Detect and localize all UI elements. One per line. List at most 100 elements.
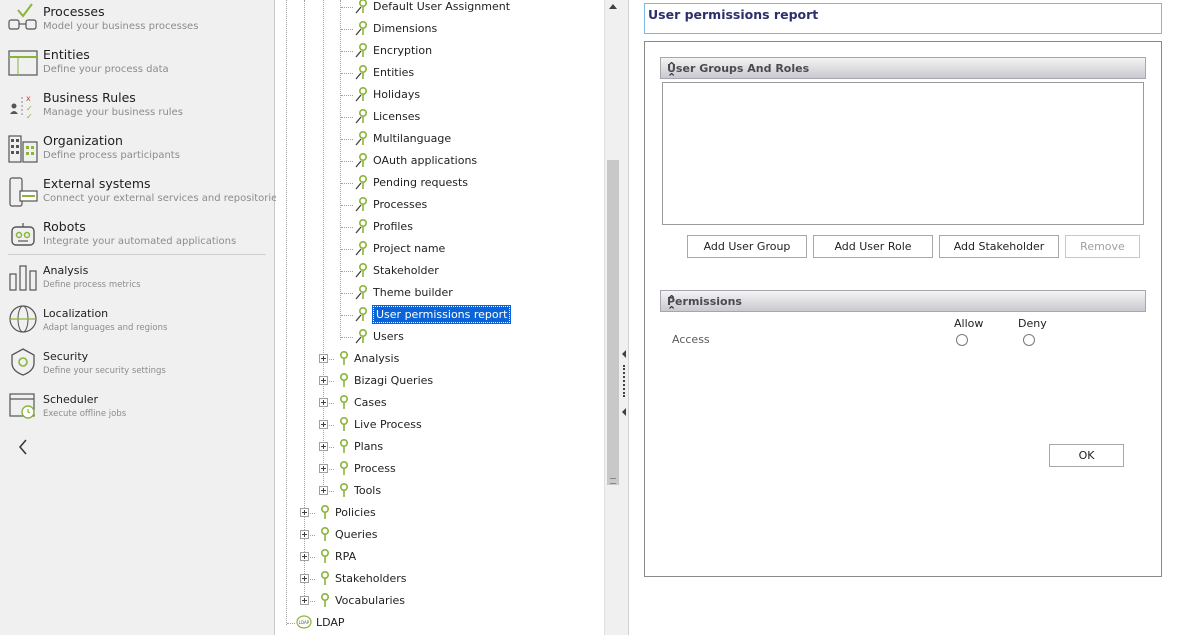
tree-group-tools[interactable]: Tools	[276, 480, 604, 502]
tree-scrollbar[interactable]	[604, 0, 621, 635]
tree-group-analysis[interactable]: Analysis	[276, 348, 604, 370]
tree-node-label: Theme builder	[373, 286, 453, 299]
remove-button[interactable]: Remove	[1065, 235, 1140, 258]
tree-node-label: Queries	[335, 528, 378, 541]
security-icon	[11, 348, 35, 376]
tree-node-label: Vocabularies	[335, 594, 406, 607]
tree-item-licenses[interactable]: Licenses	[276, 106, 604, 128]
tree-item-users[interactable]: Users	[276, 326, 604, 348]
expand-icon[interactable]	[319, 420, 328, 429]
expand-icon[interactable]	[319, 398, 328, 407]
tree-item-dimensions[interactable]: Dimensions	[276, 18, 604, 40]
folder-key-icon	[335, 416, 351, 432]
nav-item-security[interactable]: Security Define your security settings	[0, 344, 272, 387]
folder-key-icon	[316, 592, 332, 608]
add-stakeholder-button[interactable]: Add Stakeholder	[939, 235, 1059, 258]
tree-item-oauth-applications[interactable]: OAuth applications	[276, 150, 604, 172]
scroll-up-icon[interactable]	[609, 4, 617, 9]
access-deny-radio[interactable]	[1023, 334, 1035, 346]
expand-icon[interactable]	[300, 574, 309, 583]
allow-column-label: Allow	[954, 317, 984, 330]
collapse-sidebar-icon[interactable]	[14, 437, 34, 457]
collapse-section-icon[interactable]: ⌃ ⌃	[667, 61, 1139, 83]
expand-icon[interactable]	[300, 552, 309, 561]
tree-item-profiles[interactable]: Profiles	[276, 216, 604, 238]
nav-item-entities[interactable]: Entities Define your process data	[0, 43, 272, 86]
collapse-left-icon[interactable]	[622, 408, 626, 416]
expand-icon[interactable]	[300, 596, 309, 605]
nav-item-analysis[interactable]: Analysis Define process metrics	[0, 258, 272, 301]
scrollbar-thumb[interactable]	[607, 160, 619, 485]
tree-group-bizagi-queries[interactable]: Bizagi Queries	[276, 370, 604, 392]
add-user-role-button[interactable]: Add User Role	[813, 235, 933, 258]
tree-connector	[341, 7, 353, 8]
analysis-icon	[9, 265, 37, 291]
expand-icon[interactable]	[300, 530, 309, 539]
tree-item-processes[interactable]: Processes	[276, 194, 604, 216]
splitter-grip[interactable]	[623, 365, 626, 397]
expand-icon[interactable]	[319, 354, 328, 363]
tree-item-ldap[interactable]: LDAP LDAP	[276, 612, 604, 634]
tree-item-entities[interactable]: Entities	[276, 62, 604, 84]
access-allow-radio[interactable]	[956, 334, 968, 346]
tree-group-plans[interactable]: Plans	[276, 436, 604, 458]
tree-node-label: LDAP	[316, 616, 345, 629]
nav-item-processes[interactable]: Processes Model your business processes	[0, 0, 272, 43]
nav-item-external-systems[interactable]: External systems Connect your external s…	[0, 172, 283, 215]
tree-group-stakeholders[interactable]: Stakeholders	[276, 568, 604, 590]
tree-item-theme-builder[interactable]: Theme builder	[276, 282, 604, 304]
tree-group-queries[interactable]: Queries	[276, 524, 604, 546]
expand-icon[interactable]	[300, 508, 309, 517]
option-key-icon	[354, 262, 370, 278]
tree-group-policies[interactable]: Policies	[276, 502, 604, 524]
ldap-badge-text: LDAP	[299, 620, 310, 625]
tree-group-live-process[interactable]: Live Process	[276, 414, 604, 436]
tree-item-stakeholder[interactable]: Stakeholder	[276, 260, 604, 282]
nav-item-business-rules[interactable]: x ✓ ✓ Business Rules Manage your busines…	[0, 86, 272, 129]
user-groups-roles-list[interactable]	[662, 82, 1144, 225]
tree-item-encryption[interactable]: Encryption	[276, 40, 604, 62]
nav-item-robots[interactable]: Robots Integrate your automated applicat…	[0, 215, 272, 253]
tree-node-label: Policies	[335, 506, 376, 519]
expand-icon[interactable]	[319, 464, 328, 473]
option-key-icon	[354, 108, 370, 124]
localization-icon	[9, 305, 37, 333]
nav-item-organization[interactable]: Organization Define process participants	[0, 129, 272, 172]
svg-text:x: x	[26, 94, 31, 103]
ok-button[interactable]: OK	[1049, 444, 1124, 467]
expand-icon[interactable]	[319, 442, 328, 451]
tree-node-label: Cases	[354, 396, 387, 409]
user-groups-roles-header[interactable]: User Groups And Roles ⌃ ⌃	[660, 57, 1146, 83]
tree-connector	[341, 73, 353, 74]
tree-node-label: Plans	[354, 440, 384, 453]
tree-group-vocabularies[interactable]: Vocabularies	[276, 590, 604, 612]
folder-key-icon	[335, 482, 351, 498]
tree-group-rpa[interactable]: RPA	[276, 546, 604, 568]
tree-item-project-name[interactable]: Project name	[276, 238, 604, 260]
tree-node-label: Live Process	[354, 418, 422, 431]
expand-icon[interactable]	[319, 486, 328, 495]
tree-group-process[interactable]: Process	[276, 458, 604, 480]
tree-item-user-permissions-report[interactable]: User permissions report	[276, 304, 604, 326]
permissions-header[interactable]: Permissions ⌃ ⌃	[660, 290, 1146, 316]
tree-item-holidays[interactable]: Holidays	[276, 84, 604, 106]
tree-node-label: Default User Assignment	[373, 0, 511, 13]
tree-node-label: Pending requests	[373, 176, 469, 189]
report-title-bar: User permissions report	[644, 3, 1162, 34]
tree-node-label: User permissions report	[371, 305, 512, 324]
page-title: User permissions report	[648, 7, 819, 22]
tree-node-label: Stakeholders	[335, 572, 407, 585]
nav-item-localization[interactable]: Localization Adapt languages and regions	[0, 301, 272, 344]
panel-splitter[interactable]	[621, 0, 629, 635]
tree-item-pending-requests[interactable]: Pending requests	[276, 172, 604, 194]
nav-separator	[8, 254, 266, 255]
collapse-left-icon[interactable]	[622, 350, 626, 358]
tree-group-cases[interactable]: Cases	[276, 392, 604, 414]
tree-connector	[341, 117, 353, 118]
nav-item-scheduler[interactable]: Scheduler Execute offline jobs	[0, 387, 272, 430]
expand-icon[interactable]	[319, 376, 328, 385]
tree-item-multilanguage[interactable]: Multilanguage	[276, 128, 604, 150]
tree-item-default-user-assignment[interactable]: Default User Assignment	[276, 0, 604, 18]
add-user-group-button[interactable]: Add User Group	[687, 235, 807, 258]
collapse-section-icon[interactable]: ⌃ ⌃	[667, 294, 1139, 316]
